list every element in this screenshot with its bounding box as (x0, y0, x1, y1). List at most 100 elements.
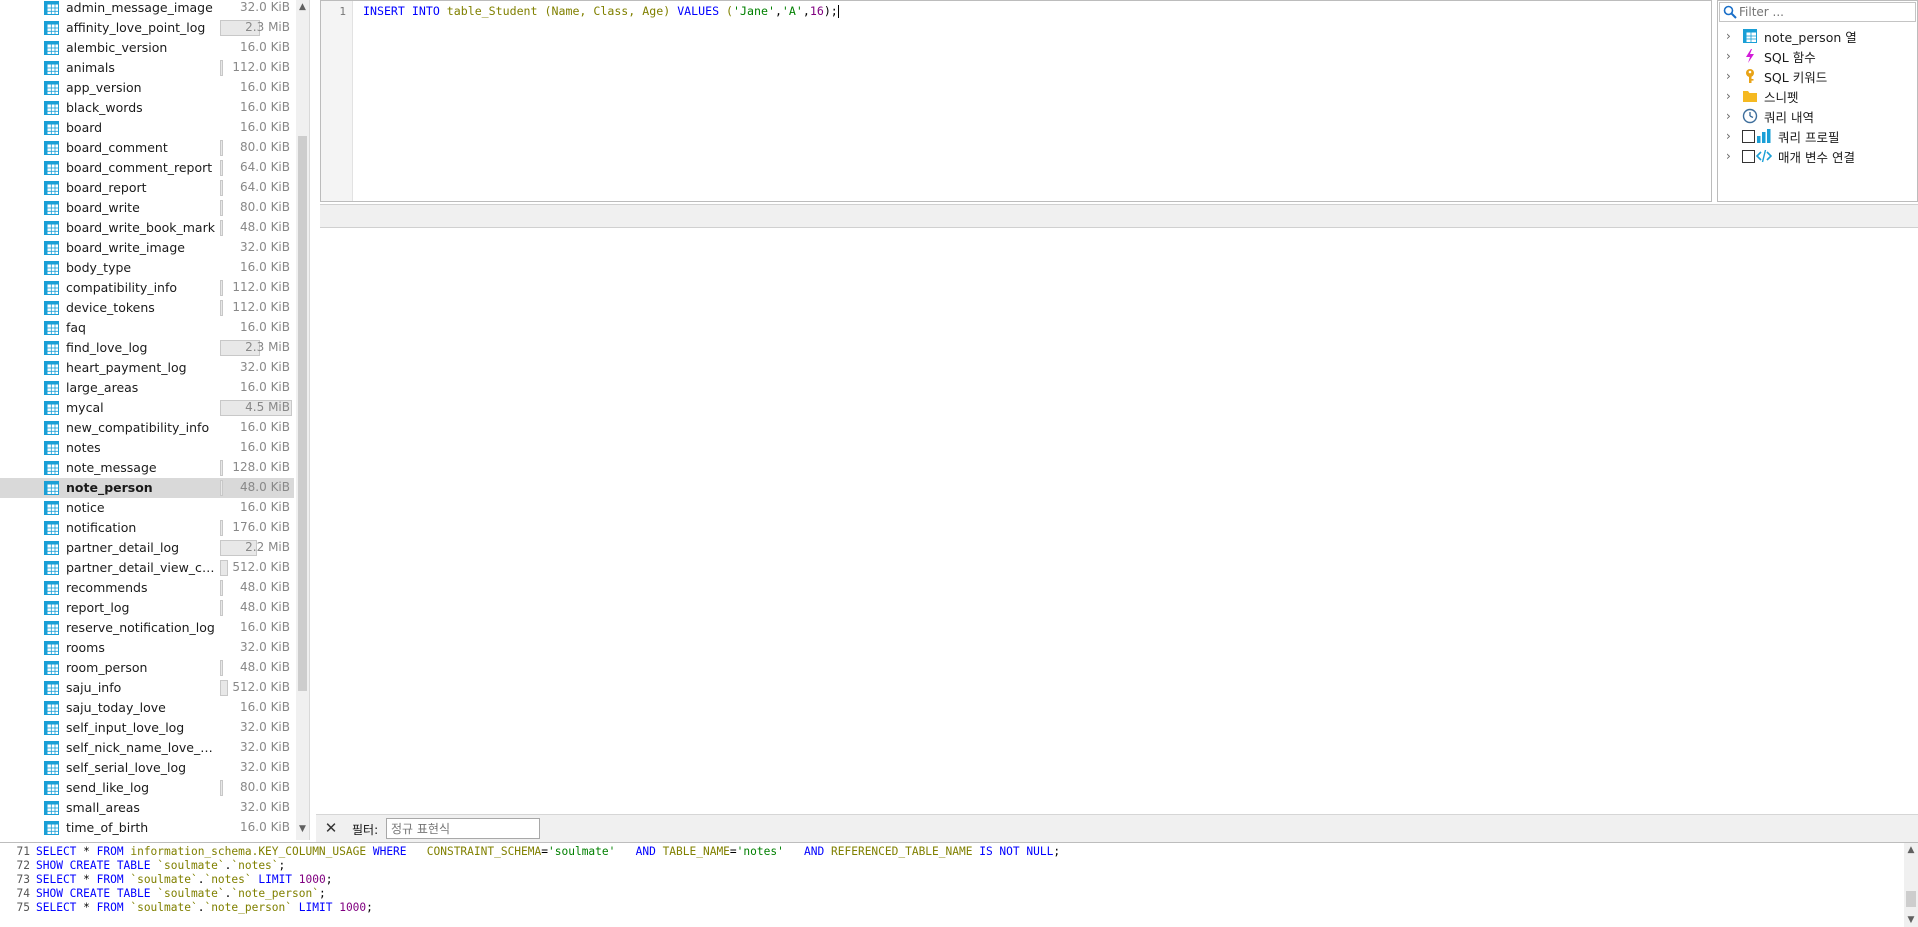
helper-tree-item[interactable]: › 스니펫 (1726, 87, 1916, 105)
table-row[interactable]: send_like_log 80.0 KiB (0, 778, 294, 798)
table-row[interactable]: heart_payment_log 32.0 KiB (0, 358, 294, 378)
table-row[interactable]: affinity_love_point_log 2.3 MiB (0, 18, 294, 38)
table-row[interactable]: device_tokens 112.0 KiB (0, 298, 294, 318)
helper-tree-item[interactable]: › 쿼리 내역 (1726, 107, 1916, 125)
table-row[interactable]: alembic_version 16.0 KiB (0, 38, 294, 58)
log-sql: SHOW CREATE TABLE `soulmate`.`note_perso… (36, 887, 326, 900)
table-row[interactable]: partner_detail_view_count... 512.0 KiB (0, 558, 294, 578)
table-row[interactable]: faq 16.0 KiB (0, 318, 294, 338)
table-row[interactable]: large_areas 16.0 KiB (0, 378, 294, 398)
table-row[interactable]: board_write_book_mark 48.0 KiB (0, 218, 294, 238)
table-row[interactable]: app_version 16.0 KiB (0, 78, 294, 98)
table-name: board_write_book_mark (66, 220, 215, 235)
table-row[interactable]: board_report 64.0 KiB (0, 178, 294, 198)
table-row[interactable]: saju_info 512.0 KiB (0, 678, 294, 698)
table-row[interactable]: small_areas 32.0 KiB (0, 798, 294, 818)
log-line[interactable]: 75 SELECT * FROM `soulmate`.`note_person`… (0, 901, 373, 915)
chevron-right-icon[interactable]: › (1726, 69, 1738, 83)
table-name: room_person (66, 660, 148, 675)
chevron-right-icon[interactable]: › (1726, 89, 1738, 103)
checkbox[interactable] (1742, 149, 1755, 163)
table-icon (44, 1, 59, 15)
table-row[interactable]: self_input_love_log 32.0 KiB (0, 718, 294, 738)
chevron-right-icon[interactable]: › (1726, 49, 1738, 63)
table-row[interactable]: reserve_notification_log 16.0 KiB (0, 618, 294, 638)
log-line[interactable]: 73 SELECT * FROM `soulmate`.`notes` LIMIT… (0, 873, 333, 887)
helper-filter-box[interactable] (1719, 2, 1916, 22)
table-row[interactable]: board_comment 80.0 KiB (0, 138, 294, 158)
sidebar-scrollbar[interactable]: ▲ ▼ (296, 0, 309, 840)
helper-tree-item[interactable]: › SQL 함수 (1726, 47, 1916, 65)
table-size: 80.0 KiB (240, 200, 290, 214)
sql-token: IS NOT NULL (979, 845, 1054, 858)
sql-editor[interactable]: 1 INSERT INTO table_Student (Name, Class… (320, 0, 1712, 202)
table-size: 16.0 KiB (240, 820, 290, 834)
checkbox[interactable] (1742, 129, 1755, 143)
table-row[interactable]: mycal 4.5 MiB (0, 398, 294, 418)
table-row[interactable]: saju_today_love 16.0 KiB (0, 698, 294, 718)
scroll-up-icon[interactable]: ▲ (1904, 843, 1918, 857)
scroll-down-icon[interactable]: ▼ (1904, 913, 1918, 927)
helper-filter-input[interactable] (1739, 4, 1911, 20)
keyword-insert: INSERT (363, 4, 405, 18)
table-size: 48.0 KiB (240, 660, 290, 674)
close-icon[interactable]: ✕ (322, 819, 340, 837)
table-icon (44, 661, 59, 675)
table-row[interactable]: note_message 128.0 KiB (0, 458, 294, 478)
chevron-right-icon[interactable]: › (1726, 149, 1738, 163)
table-row[interactable]: find_love_log 2.3 MiB (0, 338, 294, 358)
table-row[interactable]: notice 16.0 KiB (0, 498, 294, 518)
table-row[interactable]: admin_message_image 32.0 KiB (0, 0, 294, 18)
table-size: 16.0 KiB (240, 620, 290, 634)
table-row[interactable]: black_words 16.0 KiB (0, 98, 294, 118)
table-row[interactable]: self_nick_name_love_log 32.0 KiB (0, 738, 294, 758)
table-row[interactable]: new_compatibility_info 16.0 KiB (0, 418, 294, 438)
table-icon (1742, 28, 1758, 44)
table-row[interactable]: notes 16.0 KiB (0, 438, 294, 458)
table-row[interactable]: room_person 48.0 KiB (0, 658, 294, 678)
table-row[interactable]: note_person 48.0 KiB (0, 478, 294, 498)
table-icon (44, 241, 59, 255)
table-size: 32.0 KiB (240, 360, 290, 374)
table-row[interactable]: rooms 32.0 KiB (0, 638, 294, 658)
table-row[interactable]: self_serial_love_log 32.0 KiB (0, 758, 294, 778)
chevron-right-icon[interactable]: › (1726, 109, 1738, 123)
log-scroll-thumb[interactable] (1906, 891, 1916, 907)
log-line[interactable]: 72 SHOW CREATE TABLE `soulmate`.`notes`; (0, 859, 286, 873)
table-row[interactable]: board_write 80.0 KiB (0, 198, 294, 218)
chevron-right-icon[interactable]: › (1726, 29, 1738, 43)
table-row[interactable]: report_log 48.0 KiB (0, 598, 294, 618)
helper-tree-item[interactable]: › 쿼리 프로필 (1726, 127, 1916, 145)
table-row[interactable]: board_write_image 32.0 KiB (0, 238, 294, 258)
table-icon (44, 401, 59, 415)
regex-filter-input[interactable] (386, 818, 540, 839)
sql-token: SHOW CREATE TABLE (36, 859, 151, 872)
keyword-into: INTO (411, 4, 440, 18)
table-size: 32.0 KiB (240, 760, 290, 774)
sql-code-line[interactable]: INSERT INTO table_Student (Name, Class, … (363, 4, 839, 18)
helper-tree-item[interactable]: › 매개 변수 연결 (1726, 147, 1916, 165)
log-line[interactable]: 74 SHOW CREATE TABLE `soulmate`.`note_per… (0, 887, 326, 901)
table-row[interactable]: compatibility_info 112.0 KiB (0, 278, 294, 298)
sidebar-scroll-thumb[interactable] (298, 136, 307, 691)
chevron-right-icon[interactable]: › (1726, 129, 1738, 143)
scroll-up-icon[interactable]: ▲ (296, 0, 309, 14)
helper-tree-item[interactable]: › note_person 열 (1726, 27, 1916, 45)
table-row[interactable]: board_comment_report 64.0 KiB (0, 158, 294, 178)
table-row[interactable]: notification 176.0 KiB (0, 518, 294, 538)
helper-tree-item[interactable]: › SQL 키워드 (1726, 67, 1916, 85)
table-row[interactable]: body_type 16.0 KiB (0, 258, 294, 278)
sql-token: * (76, 873, 97, 886)
log-line[interactable]: 71 SELECT * FROM information_schema.KEY_C… (0, 845, 1061, 859)
sql-token: TABLE_NAME (662, 845, 730, 858)
log-scrollbar[interactable]: ▲ ▼ (1904, 843, 1918, 927)
table-row[interactable]: time_of_birth 16.0 KiB (0, 818, 294, 838)
table-icon (44, 221, 59, 235)
table-size: 16.0 KiB (240, 700, 290, 714)
table-row[interactable]: partner_detail_log 2.2 MiB (0, 538, 294, 558)
table-row[interactable]: board 16.0 KiB (0, 118, 294, 138)
scroll-down-icon[interactable]: ▼ (296, 822, 309, 836)
table-row[interactable]: animals 112.0 KiB (0, 58, 294, 78)
table-row[interactable]: recommends 48.0 KiB (0, 578, 294, 598)
